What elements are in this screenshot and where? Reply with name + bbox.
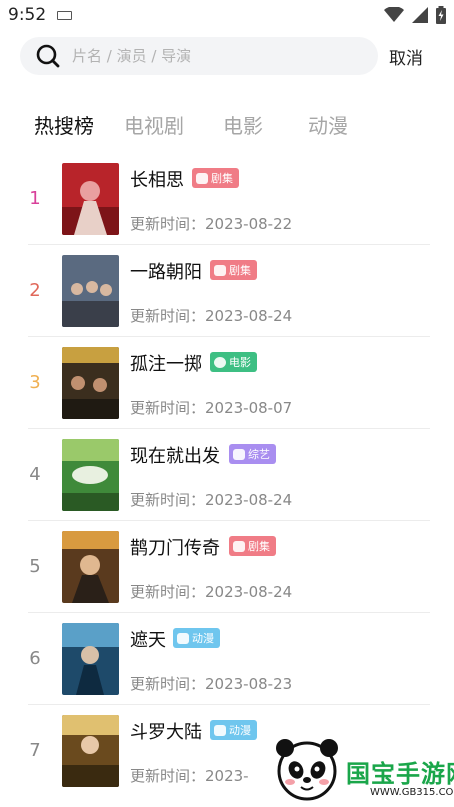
panda-logo-icon xyxy=(276,739,338,801)
item-title: 现在就出发 xyxy=(130,446,220,467)
tag-label: 剧集 xyxy=(211,172,233,185)
rank-number: 4 xyxy=(29,464,41,485)
poster-image xyxy=(62,531,119,603)
category-tabs: 热搜榜 电视剧 电影 动漫 xyxy=(34,110,434,142)
rank-number: 7 xyxy=(29,740,41,761)
tag-label: 剧集 xyxy=(229,264,251,277)
poster-image xyxy=(62,439,119,511)
keyboard-icon xyxy=(57,11,72,20)
tag-label: 剧集 xyxy=(248,540,270,553)
battery-charging-icon xyxy=(436,6,446,24)
tag-label: 动漫 xyxy=(229,724,251,737)
rank-number: 1 xyxy=(29,188,41,209)
tv-icon xyxy=(214,264,226,276)
wifi-icon xyxy=(384,7,404,22)
update-time: 更新时间：2023-08-23 xyxy=(130,675,293,693)
update-time: 更新时间：2023- xyxy=(130,767,249,785)
list-item[interactable]: 3 孤注一掷 电影 更新时间：2023-08-07 xyxy=(0,337,454,429)
watermark-brand: 国宝手游网 xyxy=(346,760,454,788)
watermark-url: WWW.GB315.COM xyxy=(370,787,454,798)
bear-icon xyxy=(177,632,189,644)
status-bar: 9:52 xyxy=(0,0,454,32)
signal-icon xyxy=(412,7,428,23)
status-icons xyxy=(384,4,446,26)
tag-label: 动漫 xyxy=(192,632,214,645)
item-title: 孤注一掷 xyxy=(130,354,202,375)
tag-badge: 综艺 xyxy=(229,444,276,464)
list-item[interactable]: 5 鹊刀门传奇 剧集 更新时间：2023-08-24 xyxy=(0,521,454,613)
list-item[interactable]: 2 一路朝阳 剧集 更新时间：2023-08-24 xyxy=(0,245,454,337)
bear-icon xyxy=(214,724,226,736)
rank-number: 6 xyxy=(29,648,41,669)
item-title: 长相思 xyxy=(130,170,184,191)
status-time: 9:52 xyxy=(8,5,47,25)
rank-number: 3 xyxy=(29,372,41,393)
tag-label: 电影 xyxy=(229,356,251,369)
star-icon xyxy=(233,448,245,460)
poster-image xyxy=(62,715,119,787)
item-title: 斗罗大陆 xyxy=(130,722,202,743)
list-item[interactable]: 6 遮天 动漫 更新时间：2023-08-23 xyxy=(0,613,454,705)
tab-hot-search[interactable]: 热搜榜 xyxy=(34,110,94,139)
update-time: 更新时间：2023-08-07 xyxy=(130,399,293,417)
update-time: 更新时间：2023-08-24 xyxy=(130,307,293,325)
list-item[interactable]: 1 长相思 剧集 更新时间：2023-08-22 xyxy=(0,153,454,245)
tab-tv-series[interactable]: 电视剧 xyxy=(124,110,184,139)
cancel-button[interactable]: 取消 xyxy=(389,44,423,69)
tag-badge: 剧集 xyxy=(229,536,276,556)
poster-image xyxy=(62,163,119,235)
rank-number: 5 xyxy=(29,556,41,577)
rank-number: 2 xyxy=(29,280,41,301)
update-time: 更新时间：2023-08-24 xyxy=(130,491,293,509)
search-icon xyxy=(36,44,60,68)
item-title: 一路朝阳 xyxy=(130,262,202,283)
item-title: 遮天 xyxy=(130,630,166,651)
tag-badge: 电影 xyxy=(210,352,257,372)
tab-anime[interactable]: 动漫 xyxy=(308,110,348,139)
search-box[interactable] xyxy=(20,37,378,75)
film-reel-icon xyxy=(214,356,226,368)
tag-label: 综艺 xyxy=(248,448,270,461)
tag-badge: 动漫 xyxy=(210,720,257,740)
poster-image xyxy=(62,255,119,327)
tag-badge: 剧集 xyxy=(210,260,257,280)
tag-badge: 剧集 xyxy=(192,168,239,188)
tab-movies[interactable]: 电影 xyxy=(223,110,263,139)
item-title: 鹊刀门传奇 xyxy=(130,538,220,559)
search-input[interactable] xyxy=(72,37,362,75)
tv-icon xyxy=(233,540,245,552)
tag-badge: 动漫 xyxy=(173,628,220,648)
update-time: 更新时间：2023-08-24 xyxy=(130,583,293,601)
poster-image xyxy=(62,347,119,419)
poster-image xyxy=(62,623,119,695)
list-item[interactable]: 4 现在就出发 综艺 更新时间：2023-08-24 xyxy=(0,429,454,521)
tv-icon xyxy=(196,172,208,184)
site-watermark: 国宝手游网 WWW.GB315.COM xyxy=(266,730,454,807)
update-time: 更新时间：2023-08-22 xyxy=(130,215,293,233)
